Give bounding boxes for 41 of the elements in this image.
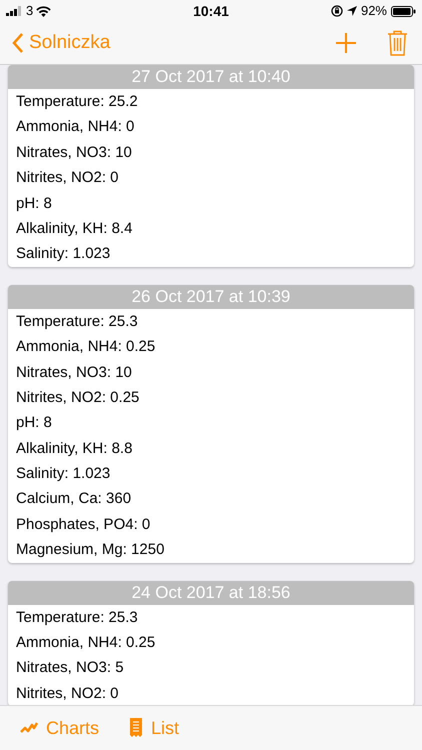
reading-text: Calcium, Ca: 360 bbox=[15, 489, 132, 510]
reading-text: Nitrates, NO3: 10 bbox=[15, 362, 133, 383]
reading-text: Ammonia, NH4: 0.25 bbox=[15, 633, 156, 654]
reading-text: Magnesium, Mg: 1250 bbox=[15, 540, 166, 560]
battery-percent: 92% bbox=[360, 2, 387, 20]
reading-text: Ammonia, NH4: 0.25 bbox=[15, 337, 156, 358]
tab-button[interactable]: Charts bbox=[20, 714, 100, 742]
plus-icon bbox=[335, 32, 357, 54]
tab-button[interactable]: List bbox=[129, 714, 180, 742]
reading-text: Nitrites, NO2: 0 bbox=[15, 684, 120, 704]
location-arrow-icon bbox=[346, 6, 357, 16]
reading-text: Temperature: 25.3 bbox=[15, 312, 139, 332]
reading-text: Nitrates, NO3: 10 bbox=[15, 142, 133, 163]
trash-icon bbox=[387, 30, 408, 56]
back-button[interactable]: Solniczka bbox=[12, 28, 110, 58]
reading-text: Temperature: 25.2 bbox=[15, 92, 139, 112]
reading-text: Alkalinity, KH: 8.8 bbox=[15, 438, 134, 459]
reading-text: Temperature: 25.3 bbox=[15, 608, 139, 628]
reading-text: Salinity: 1.023 bbox=[15, 464, 112, 484]
reading-text: Ammonia, NH4: 0 bbox=[15, 117, 136, 138]
reading-text: Phosphates, PO4: 0 bbox=[15, 514, 152, 535]
reading-text: pH: 8 bbox=[15, 194, 53, 214]
carrier-text: 3 bbox=[26, 2, 34, 20]
reading-text: Nitrites, NO2: 0 bbox=[15, 168, 120, 188]
signal-icon bbox=[6, 6, 23, 16]
reading-text: pH: 8 bbox=[15, 413, 53, 434]
back-chevron-icon bbox=[12, 33, 24, 53]
entry-date-header: 24 Oct 2017 at 18:56 bbox=[8, 580, 414, 605]
reading-text: Nitrites, NO2: 0.25 bbox=[15, 388, 140, 408]
entry-date-header: 26 Oct 2017 at 10:39 bbox=[8, 284, 414, 309]
clock-text: 10:41 bbox=[192, 2, 230, 20]
add-button[interactable] bbox=[335, 31, 359, 55]
battery-icon bbox=[391, 6, 416, 16]
reading-text: Salinity: 1.023 bbox=[15, 244, 112, 264]
entry-date-header: 27 Oct 2017 at 10:40 bbox=[8, 65, 414, 89]
zigzag-line-icon bbox=[20, 721, 38, 735]
receipt-icon bbox=[129, 718, 144, 738]
wifi-icon bbox=[36, 6, 52, 16]
reading-text: Nitrates, NO3: 5 bbox=[15, 658, 125, 678]
rotation-lock-icon bbox=[330, 5, 343, 17]
reading-text: Alkalinity, KH: 8.4 bbox=[15, 218, 134, 239]
